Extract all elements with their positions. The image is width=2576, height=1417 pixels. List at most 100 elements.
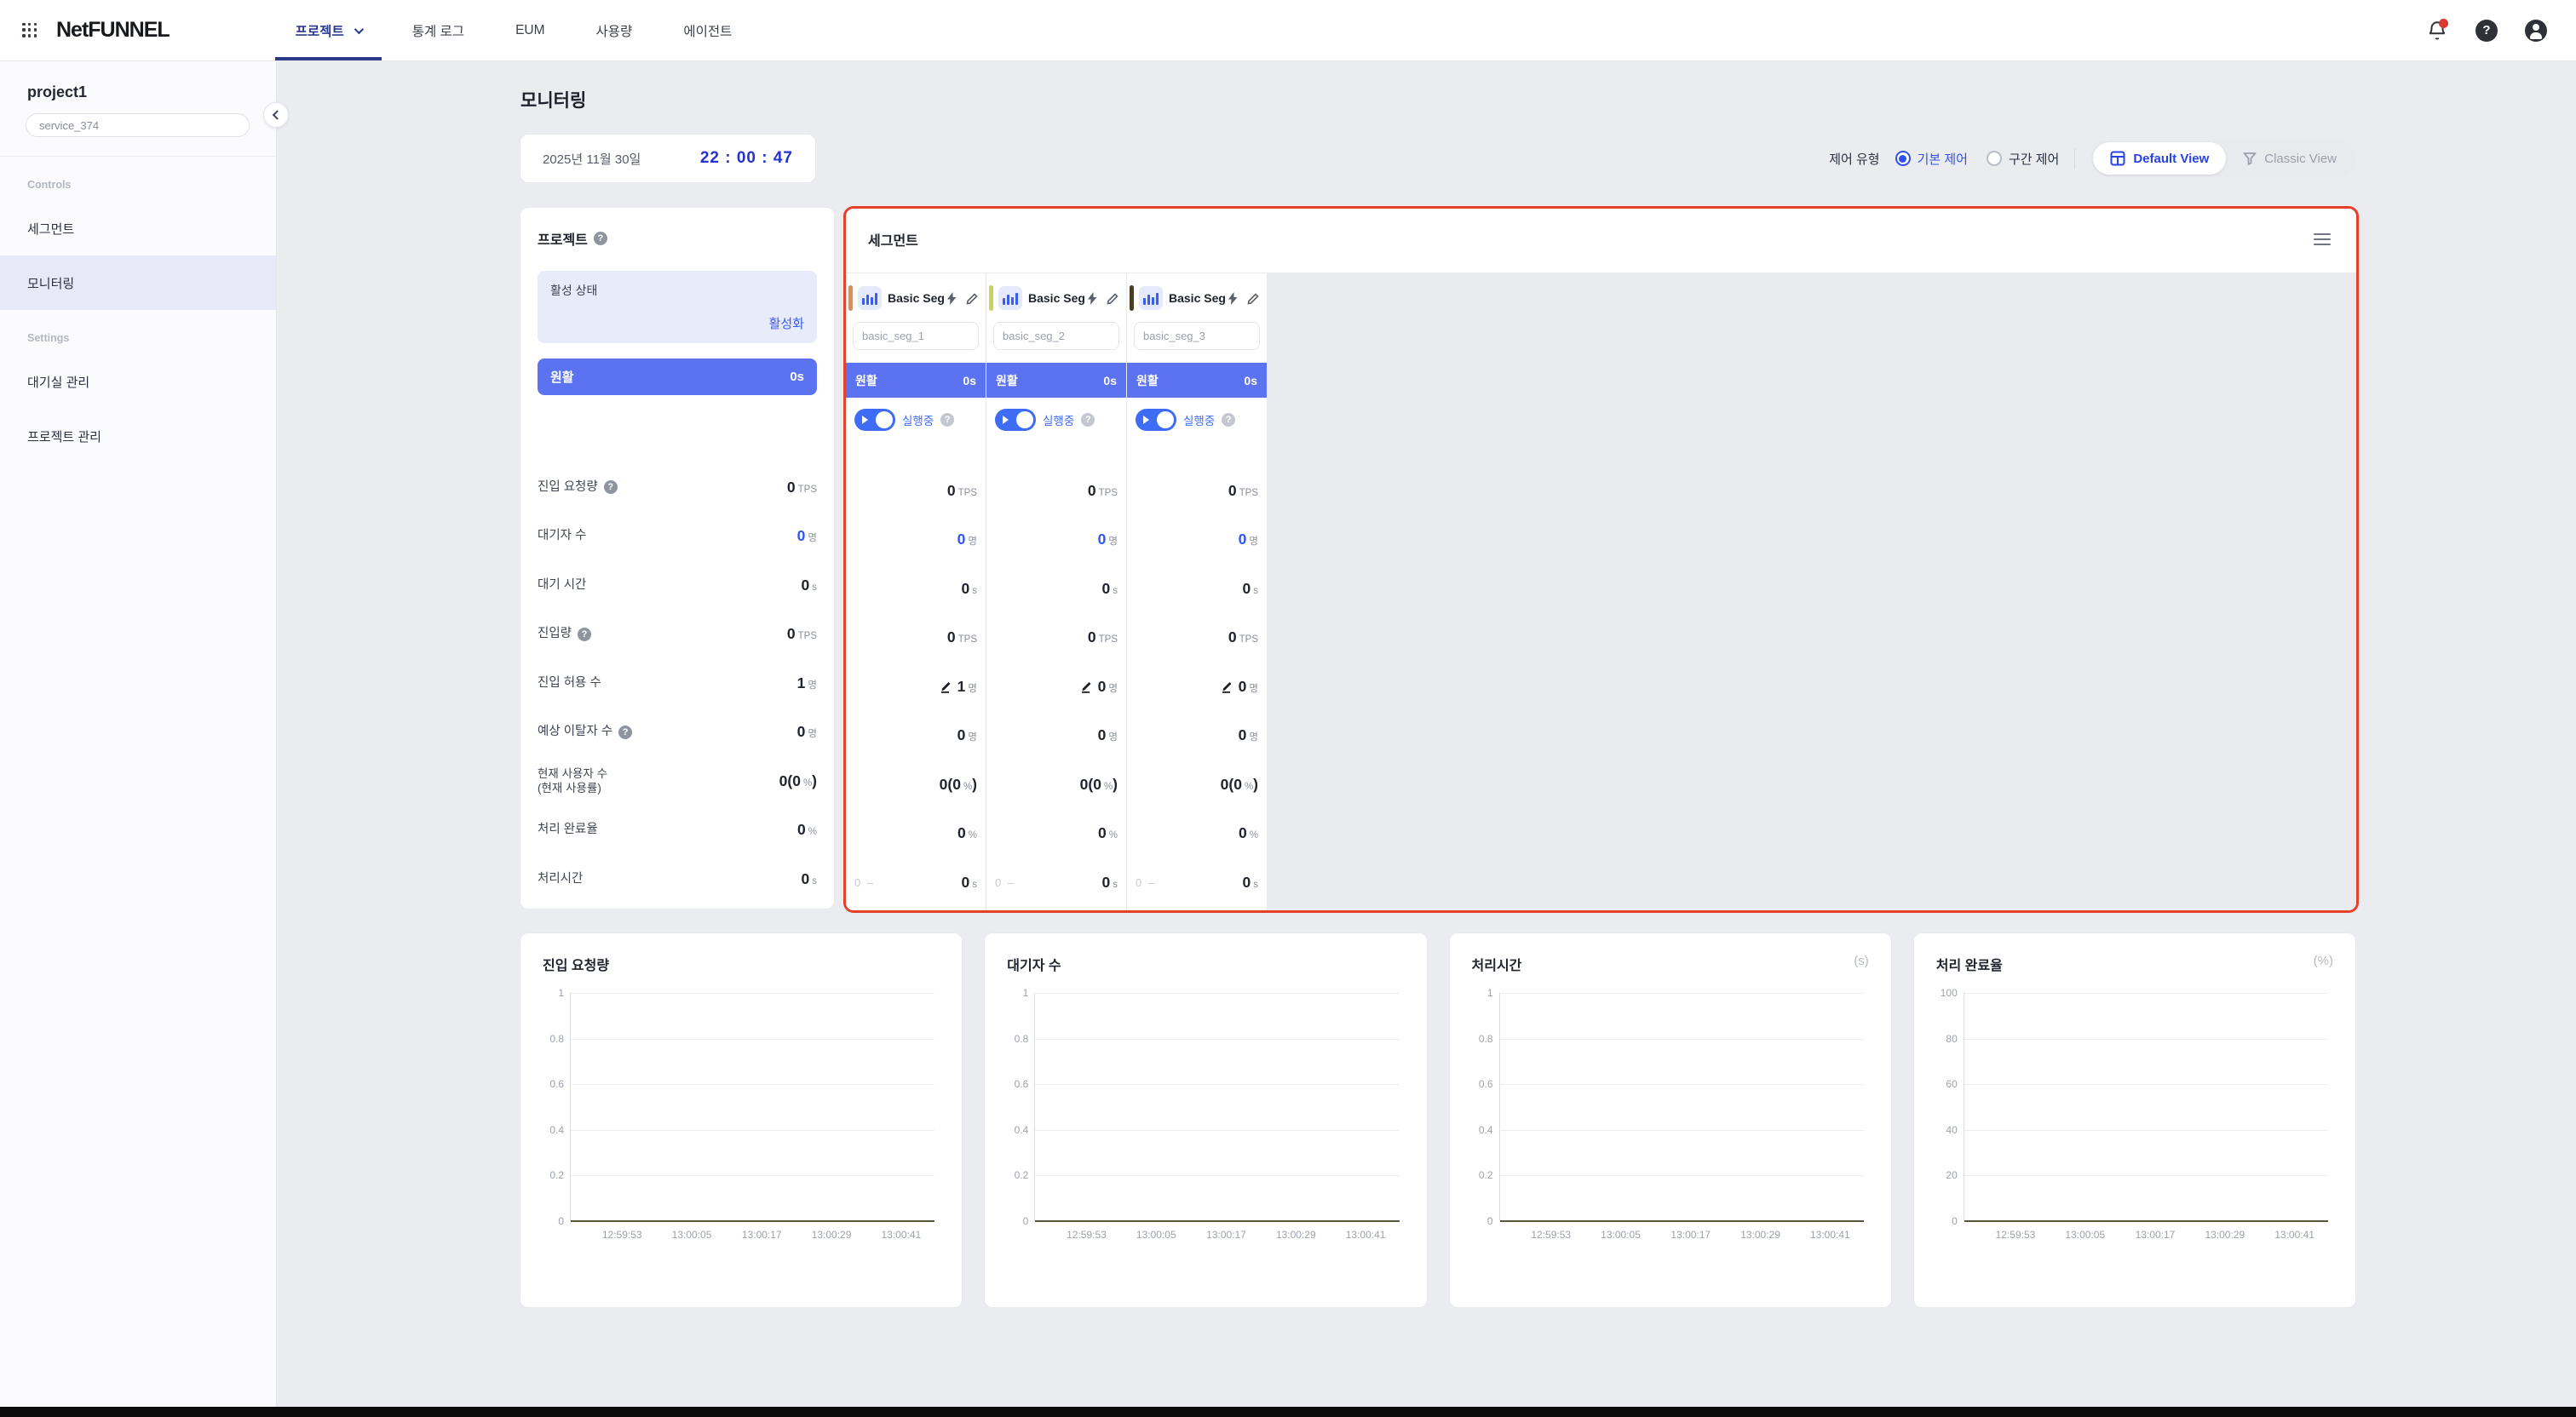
sidebar-item-waiting-room[interactable]: 대기실 관리 bbox=[0, 354, 276, 409]
segment-key-input[interactable]: basic_seg_1 bbox=[853, 322, 979, 350]
segment-metric-row: 0% bbox=[846, 809, 986, 858]
metric-number: 0 bbox=[1228, 628, 1237, 646]
help-icon[interactable]: ? bbox=[1081, 413, 1095, 427]
notifications-bell-icon[interactable] bbox=[2426, 20, 2448, 42]
view-button-classic-view[interactable]: Classic View bbox=[2226, 142, 2354, 175]
segment-metric-row: 0명 bbox=[986, 515, 1126, 565]
metric-value: 0s bbox=[1243, 874, 1258, 892]
radio-basic-control[interactable]: 기본 제어 bbox=[1895, 150, 1968, 168]
help-icon[interactable]: ? bbox=[578, 628, 591, 641]
segment-metric-row: 0% bbox=[1127, 809, 1267, 858]
segment-run-row: 실행중? bbox=[846, 398, 986, 431]
metric-number: 1 bbox=[957, 678, 966, 696]
page-title: 모니터링 bbox=[520, 87, 586, 112]
edit-segment-pencil-icon[interactable] bbox=[966, 292, 979, 305]
segment-tools bbox=[1087, 292, 1119, 305]
help-icon[interactable]: ? bbox=[1222, 413, 1235, 427]
sidebar-collapse-button[interactable] bbox=[263, 102, 289, 128]
segment-key-input[interactable]: basic_seg_2 bbox=[993, 322, 1119, 350]
app-grid-icon[interactable] bbox=[22, 23, 37, 38]
help-icon[interactable]: ? bbox=[604, 480, 618, 494]
datetime-widget[interactable]: 2025년 11월 30일 22 : 00 : 47 bbox=[520, 134, 816, 183]
segment-name: Basic Seg 1 bbox=[888, 291, 946, 305]
bar bbox=[1152, 297, 1154, 305]
segment-metric-row: 0명 bbox=[1127, 663, 1267, 712]
edit-segment-pencil-icon[interactable] bbox=[1247, 292, 1260, 305]
run-toggle[interactable] bbox=[854, 409, 895, 431]
y-axis-tick-label: 1 bbox=[1023, 987, 1029, 999]
metric-number: 0 bbox=[1239, 678, 1247, 696]
run-toggle[interactable] bbox=[995, 409, 1036, 431]
active-state-label: 활성 상태 bbox=[550, 282, 804, 299]
radio-circle-icon bbox=[1895, 151, 1911, 166]
metric-unit: 명 bbox=[968, 730, 977, 743]
nav-item-project[interactable]: 프로젝트 bbox=[270, 0, 387, 60]
y-axis-tick-label: 0.8 bbox=[1479, 1033, 1493, 1045]
metric-number: 0 bbox=[787, 625, 796, 643]
edit-value-icon[interactable] bbox=[940, 680, 952, 693]
nav-right-icons: ? bbox=[2426, 20, 2547, 42]
metric-label: 처리시간 bbox=[538, 871, 583, 887]
bar-chart-icon bbox=[858, 286, 882, 310]
nav-item-agent[interactable]: 에이전트 bbox=[658, 0, 757, 60]
service-selector[interactable]: service_374 bbox=[26, 113, 250, 137]
project-metric-row: 처리 완료율0% bbox=[538, 806, 817, 855]
x-axis-tick-label: 13:00:17 bbox=[1206, 1229, 1246, 1241]
sidebar-item-monitoring[interactable]: 모니터링 bbox=[0, 255, 276, 310]
quick-action-bolt-icon[interactable] bbox=[1228, 292, 1240, 305]
run-toggle[interactable] bbox=[1136, 409, 1176, 431]
metric-unit: % bbox=[1109, 830, 1118, 840]
help-icon[interactable]: ? bbox=[618, 726, 632, 739]
metric-unit: s bbox=[1113, 880, 1118, 890]
help-icon[interactable]: ? bbox=[2475, 20, 2498, 42]
segment-header: Basic Seg 3 bbox=[1127, 285, 1267, 311]
range-min-label: 0 – bbox=[995, 876, 1015, 889]
gridline bbox=[1964, 1175, 2328, 1176]
edit-value-icon[interactable] bbox=[1221, 680, 1233, 693]
x-axis-tick-label: 13:00:29 bbox=[812, 1229, 852, 1241]
radio-section-control[interactable]: 구간 제어 bbox=[1987, 150, 2059, 168]
metric-unit: % bbox=[969, 830, 977, 840]
sidebar-divider bbox=[0, 156, 276, 157]
chart-header: 처리시간(s) bbox=[1472, 954, 1869, 974]
y-axis-tick-label: 0 bbox=[1487, 1215, 1493, 1227]
view-button-default-view[interactable]: Default View bbox=[2093, 142, 2226, 175]
sidebar-item-segments[interactable]: 세그먼트 bbox=[0, 201, 276, 255]
x-axis-tick-label: 13:00:05 bbox=[1601, 1229, 1641, 1241]
chevron-down-icon bbox=[354, 24, 363, 33]
help-icon[interactable]: ? bbox=[594, 232, 607, 245]
metric-label: 대기자 수 bbox=[538, 528, 586, 544]
nav-item-stats-log[interactable]: 통계 로그 bbox=[387, 0, 490, 60]
funnel-icon bbox=[2243, 152, 2257, 165]
help-icon[interactable]: ? bbox=[940, 413, 954, 427]
bar bbox=[1156, 293, 1159, 305]
segments-menu-icon[interactable] bbox=[2310, 230, 2334, 250]
metric-unit: % bbox=[803, 778, 812, 789]
metric-unit: s bbox=[812, 876, 817, 886]
segment-metric-row: 0TPS bbox=[1127, 467, 1267, 516]
gridline bbox=[1500, 1175, 1864, 1176]
y-axis-tick-label: 60 bbox=[1946, 1078, 1957, 1090]
account-avatar-icon[interactable] bbox=[2525, 20, 2547, 42]
quick-action-bolt-icon[interactable] bbox=[946, 292, 959, 305]
nav-item-eum[interactable]: EUM bbox=[490, 0, 570, 60]
sidebar-menu: Controls세그먼트모니터링Settings대기실 관리프로젝트 관리 bbox=[0, 179, 276, 463]
metric-value: 0s bbox=[802, 577, 817, 594]
metric-value: 0% bbox=[1098, 824, 1118, 842]
segments-panel-title: 세그먼트 bbox=[868, 229, 918, 250]
nav-item-usage[interactable]: 사용량 bbox=[571, 0, 658, 60]
metric-unit: s bbox=[1113, 586, 1118, 596]
nav-item-label: 에이전트 bbox=[683, 21, 732, 40]
segment-name: Basic Seg 2 bbox=[1028, 291, 1087, 305]
segment-metric-row: 0% bbox=[986, 809, 1126, 858]
sidebar-item-project-mgmt[interactable]: 프로젝트 관리 bbox=[0, 409, 276, 463]
gridline bbox=[1964, 1130, 2328, 1131]
edit-value-icon[interactable] bbox=[1080, 680, 1093, 693]
metric-value: 0TPS bbox=[1228, 628, 1258, 646]
edit-segment-pencil-icon[interactable] bbox=[1107, 292, 1119, 305]
metric-value: 0명 bbox=[957, 531, 977, 548]
segment-key-input[interactable]: basic_seg_3 bbox=[1134, 322, 1260, 350]
quick-action-bolt-icon[interactable] bbox=[1087, 292, 1100, 305]
toggle-knob bbox=[1157, 411, 1174, 428]
metric-value: 0s bbox=[962, 874, 977, 892]
